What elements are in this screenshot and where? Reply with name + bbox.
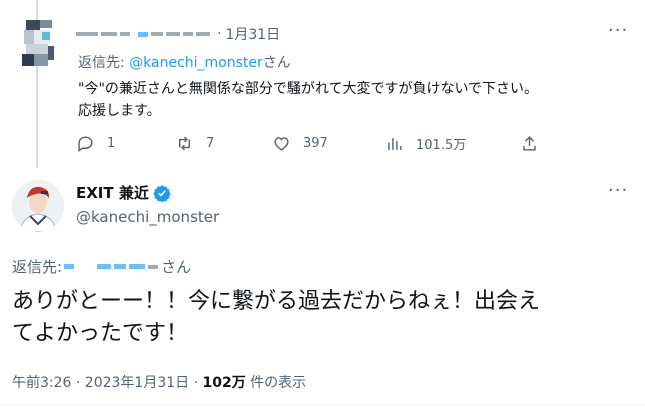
- retweet-count: 7: [206, 136, 215, 151]
- views-icon: [388, 137, 402, 150]
- tweet-text-line: てよかったです！: [12, 321, 189, 346]
- verified-icon: [153, 184, 171, 202]
- separator: ·: [189, 375, 203, 391]
- reply-to-prefix: 返信先:: [12, 258, 63, 276]
- author-avatar-image: [12, 180, 64, 232]
- reply-count: 1: [107, 136, 116, 151]
- tweet-meta: 午前3:26 · 2023年1月31日 · 102万 件の表示: [12, 372, 306, 392]
- share-button[interactable]: [520, 134, 551, 153]
- reply-to-prefix: 返信先:: [78, 55, 130, 71]
- reply-text: "今"の兼近さんと無関係な部分で騒がれて大変ですが負けないで下さい。 応援します…: [78, 78, 628, 122]
- reply-to-main: 返信先: さん: [12, 256, 191, 277]
- redacted-handle[interactable]: [129, 264, 146, 269]
- views-button[interactable]: 101.5万: [385, 134, 466, 153]
- tweet-text-line: ありがとーー！！今に繋がる過去だからねぇ！出会え: [12, 289, 541, 314]
- author-avatar[interactable]: [12, 180, 64, 232]
- redacted-handle: [151, 32, 163, 36]
- reply-to-suffix: さん: [161, 258, 192, 276]
- reply-date[interactable]: 1月31日: [225, 24, 280, 44]
- redacted-handle: [138, 31, 148, 37]
- redacted-handle[interactable]: [114, 264, 127, 269]
- reply-to-link[interactable]: @kanechi_monster: [129, 55, 263, 71]
- reply-header: · 1月31日: [76, 24, 280, 44]
- separator: ·: [217, 26, 222, 42]
- retweet-icon: [179, 136, 190, 151]
- tweet-timestamp[interactable]: 午前3:26 · 2023年1月31日: [12, 375, 189, 391]
- more-icon[interactable]: ···: [608, 180, 628, 201]
- reply-avatar[interactable]: [12, 20, 60, 68]
- redacted-name: [120, 32, 130, 36]
- author-name[interactable]: EXIT 兼近: [76, 182, 171, 203]
- like-icon: [274, 137, 289, 151]
- share-icon: [523, 136, 536, 151]
- redacted-handle: [148, 264, 159, 269]
- redacted-handle: [166, 32, 180, 36]
- views-label: 件の表示: [245, 375, 307, 391]
- reply-to: 返信先: @kanechi_monsterさん: [78, 52, 291, 72]
- reply-icon: [78, 136, 93, 153]
- like-count: 397: [303, 136, 328, 151]
- redacted-name: [101, 32, 117, 36]
- author-name-text: EXIT 兼近: [76, 184, 149, 202]
- redacted-name: [76, 32, 98, 36]
- views-total: 102万: [202, 375, 246, 391]
- like-button[interactable]: 397: [272, 134, 328, 153]
- reply-to-suffix: さん: [262, 55, 291, 71]
- reply-text-line: 応援します。: [78, 103, 161, 119]
- reply-actions: 1 7 397 101.5万: [76, 134, 556, 156]
- retweet-button[interactable]: 7: [175, 134, 214, 153]
- redacted-handle[interactable]: [64, 264, 75, 269]
- redacted-handle: [183, 32, 193, 36]
- more-icon[interactable]: ···: [608, 20, 628, 41]
- divider: [0, 404, 645, 405]
- views-count: 101.5万: [416, 138, 467, 153]
- tweet-text: ありがとーー！！今に繋がる過去だからねぇ！出会え てよかったです！: [12, 286, 632, 350]
- reply-text-line: "今"の兼近さんと無関係な部分で騒がれて大変ですが負けないで下さい。: [78, 81, 539, 97]
- author-handle[interactable]: @kanechi_monster: [76, 208, 219, 226]
- reply-button[interactable]: 1: [76, 134, 115, 153]
- redacted-handle: [196, 32, 210, 36]
- redacted-handle[interactable]: [97, 264, 112, 269]
